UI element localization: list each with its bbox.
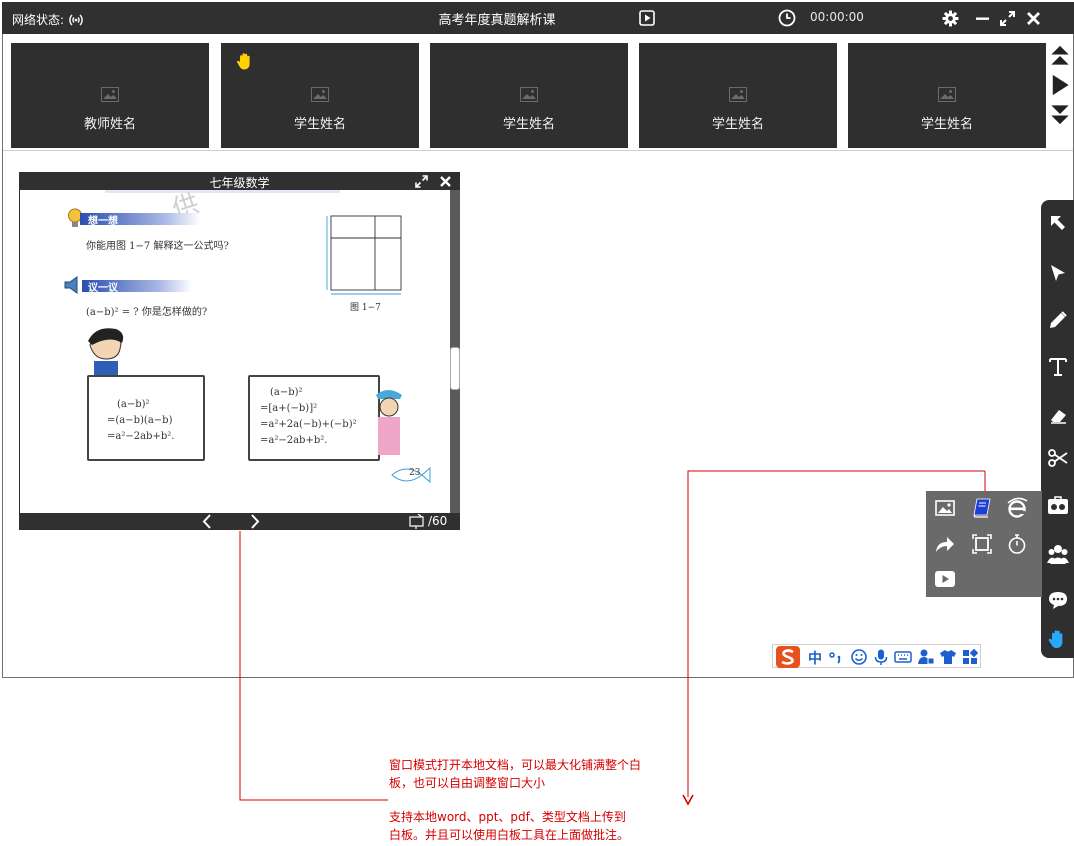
student-illustration (376, 390, 402, 455)
pointer-icon[interactable] (1047, 262, 1069, 284)
scissors-icon[interactable] (1047, 447, 1069, 469)
image-placeholder-icon (938, 87, 956, 102)
punctuation-icon[interactable] (827, 648, 845, 666)
page-number: 23 (409, 468, 421, 478)
page-header-line (105, 190, 340, 193)
document-title: 七年级数学 (209, 176, 270, 190)
document-page[interactable]: 供 想一想 你能用图 1−7 解释这一公式吗? 议一议 (a−b)² = ? 你… (20, 190, 450, 513)
video-strip-controls (1047, 43, 1073, 148)
expand-down-icon[interactable] (1047, 101, 1073, 127)
board-line: =a²−2ab+b². (107, 431, 175, 442)
video-name: 学生姓名 (293, 117, 346, 132)
sogou-logo-icon[interactable] (776, 646, 800, 668)
previous-page-icon[interactable] (200, 514, 214, 529)
microphone-icon[interactable] (872, 648, 890, 666)
student-video[interactable]: 学生姓名 (221, 43, 419, 148)
screenshot-icon[interactable] (971, 533, 993, 555)
select-arrow-icon[interactable] (1047, 212, 1069, 234)
annotation-line: 窗口模式打开本地文档，可以最大化铺满整个白 (389, 758, 642, 772)
title-bar: 网络状态: 高考年度真题解析课 00:00:00 (2, 2, 1074, 34)
close-icon[interactable] (439, 175, 452, 188)
speaker-icon (64, 276, 78, 294)
eraser-icon[interactable] (1047, 404, 1069, 426)
ime-toolbar: 中 (772, 644, 981, 668)
whiteboard-toolbar (1041, 200, 1074, 658)
network-status: 网络状态: (12, 11, 84, 28)
board-line: (a−b)² (117, 399, 150, 410)
document-title-bar[interactable]: 七年级数学 (20, 173, 459, 190)
browser-icon[interactable] (1006, 497, 1028, 519)
maximize-icon[interactable] (999, 10, 1016, 27)
collapse-up-icon[interactable] (1047, 43, 1073, 69)
discuss-heading: 议一议 (88, 283, 118, 294)
clock-icon (778, 9, 796, 27)
ime-mode[interactable]: 中 (808, 648, 822, 668)
document-book-icon[interactable] (971, 497, 993, 519)
page-selector-icon[interactable] (408, 514, 426, 529)
video-play-icon[interactable] (934, 568, 956, 590)
settings-gear-icon[interactable] (942, 10, 959, 27)
scrollbar-thumb[interactable] (450, 347, 460, 390)
toolbox-grid-icon[interactable] (961, 648, 979, 666)
document-window[interactable]: 七年级数学 供 想一想 你能用图 1−7 解释这一公式吗? 议一议 (a−b)²… (19, 172, 460, 530)
play-right-icon[interactable] (1047, 72, 1073, 98)
maximize-icon[interactable] (415, 175, 428, 188)
left-formula-board: (a−b)² =(a−b)(a−b) =a²−2ab+b². (87, 375, 205, 461)
image-placeholder-icon (101, 87, 119, 102)
think-heading: 想一想 (88, 216, 118, 227)
minimize-icon[interactable] (974, 10, 991, 27)
chat-icon[interactable] (1047, 589, 1069, 611)
resource-popup-menu (926, 491, 1042, 597)
skin-shirt-icon[interactable] (939, 648, 957, 666)
raise-hand-icon[interactable] (1047, 628, 1069, 650)
pencil-icon[interactable] (1047, 309, 1069, 331)
think-text: 你能用图 1−7 解释这一公式吗? (86, 241, 229, 252)
teacher-video[interactable]: 教师姓名 (11, 43, 209, 148)
annotation-window-mode: 窗口模式打开本地文档，可以最大化铺满整个白 板，也可以自由调整窗口大小 (389, 756, 641, 792)
student-video[interactable]: 学生姓名 (430, 43, 628, 148)
video-name: 学生姓名 (502, 117, 555, 132)
image-placeholder-icon (729, 87, 747, 102)
board-line: =a²+2a(−b)+(−b)² (260, 419, 357, 430)
board-line: =(a−b)(a−b) (107, 415, 173, 426)
next-page-icon[interactable] (248, 514, 262, 529)
image-placeholder-icon (311, 87, 329, 102)
annotation-upload-support: 支持本地word、ppt、pdf、类型文档上传到 白板。并且可以使用白板工具在上… (389, 808, 629, 844)
image-icon[interactable] (934, 497, 956, 519)
stopwatch-icon[interactable] (1006, 533, 1028, 555)
figure-caption: 图 1−7 (350, 303, 381, 313)
board-line: =a²−2ab+b². (260, 435, 328, 446)
text-tool-icon[interactable] (1047, 356, 1069, 378)
video-name: 教师姓名 (83, 117, 136, 132)
image-placeholder-icon (520, 87, 538, 102)
annotation-line: 支持本地word、ppt、pdf、类型文档上传到 (389, 810, 626, 824)
play-icon[interactable] (639, 10, 655, 26)
network-status-label: 网络状态: (12, 13, 65, 27)
student-video[interactable]: 学生姓名 (848, 43, 1046, 148)
discuss-text: (a−b)² = ? 你是怎样做的? (86, 307, 208, 318)
users-icon[interactable] (1047, 543, 1069, 565)
video-name: 学生姓名 (920, 117, 973, 132)
right-formula-board: (a−b)² =[a+(−b)]² =a²+2a(−b)+(−b)² =a²−2… (248, 375, 380, 461)
account-icon[interactable] (917, 648, 935, 666)
annotation-line: 白板。并且可以使用白板工具在上面做批注。 (389, 828, 630, 842)
close-icon[interactable] (1025, 10, 1042, 27)
raised-hand-icon (237, 53, 250, 70)
share-arrow-icon[interactable] (934, 533, 956, 555)
video-name: 学生姓名 (711, 117, 764, 132)
signal-icon (69, 14, 83, 25)
student-video[interactable]: 学生姓名 (639, 43, 837, 148)
board-line: (a−b)² (270, 387, 303, 398)
document-footer: /60 (20, 513, 459, 530)
course-title: 高考年度真题解析课 (438, 13, 556, 28)
toolbox-icon[interactable] (1047, 495, 1069, 517)
emoji-icon[interactable] (850, 648, 868, 666)
divider (3, 150, 1073, 151)
page-total: /60 (428, 514, 448, 528)
keyboard-icon[interactable] (894, 648, 912, 666)
class-timer: 00:00:00 (810, 10, 864, 24)
board-line: =[a+(−b)]² (260, 403, 318, 414)
annotation-line: 板，也可以自由调整窗口大小 (389, 776, 546, 790)
square-diagram (326, 215, 402, 295)
